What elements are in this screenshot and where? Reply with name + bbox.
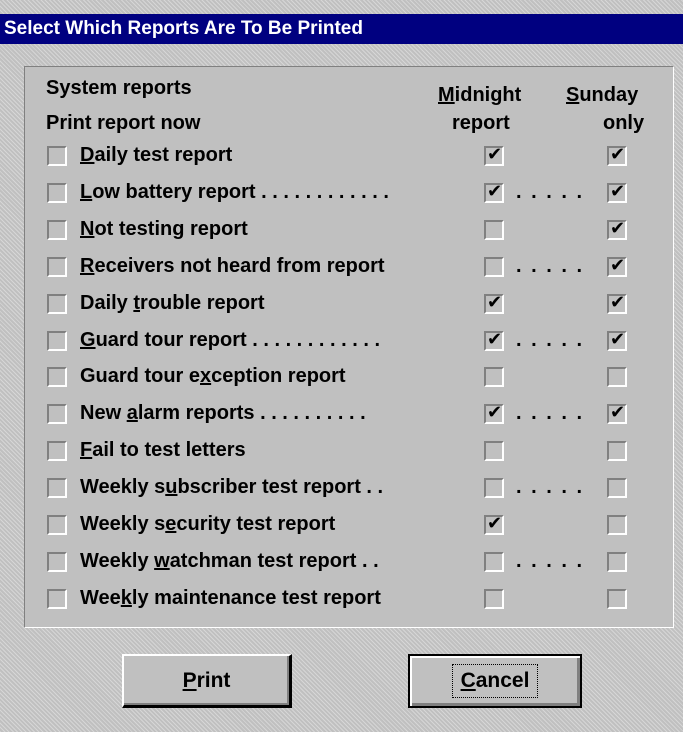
report-label[interactable]: Weekly watchman test report . . xyxy=(80,548,379,574)
midnight-report-checkbox[interactable] xyxy=(484,552,504,572)
report-label[interactable]: Not testing report xyxy=(80,216,248,242)
print-now-checkbox[interactable] xyxy=(47,257,67,277)
leader-dots: . . . . . xyxy=(516,181,585,203)
check-icon: ✔ xyxy=(487,513,503,534)
sunday-only-checkbox[interactable] xyxy=(607,552,627,572)
sunday-only-checkbox[interactable] xyxy=(607,441,627,461)
midnight-report-checkbox[interactable] xyxy=(484,478,504,498)
report-label[interactable]: Low battery report . . . . . . . . . . .… xyxy=(80,179,389,205)
midnight-report-checkbox[interactable] xyxy=(484,257,504,277)
midnight-report-checkbox[interactable]: ✔ xyxy=(484,144,504,166)
print-now-checkbox[interactable] xyxy=(47,294,67,314)
check-icon: ✔ xyxy=(487,292,503,313)
sunday-only-checkbox[interactable]: ✔ xyxy=(607,292,627,314)
leader-dots: . . . . . xyxy=(516,329,585,351)
print-button[interactable]: Print xyxy=(122,654,292,708)
check-icon: ✔ xyxy=(610,144,626,165)
leader-dots: . . . . . xyxy=(516,550,585,572)
print-now-checkbox[interactable] xyxy=(47,183,67,203)
print-now-checkbox[interactable] xyxy=(47,331,67,351)
title-bar: Select Which Reports Are To Be Printed xyxy=(0,14,683,44)
print-now-checkbox[interactable] xyxy=(47,146,67,166)
header-midnight: Midnight xyxy=(438,84,522,106)
midnight-report-checkbox[interactable] xyxy=(484,441,504,461)
midnight-report-checkbox[interactable]: ✔ xyxy=(484,513,504,535)
report-label[interactable]: Guard tour report . . . . . . . . . . . … xyxy=(80,327,380,353)
dialog-window: Select Which Reports Are To Be Printed S… xyxy=(0,0,683,732)
sunday-only-checkbox[interactable] xyxy=(607,589,627,609)
sunday-only-checkbox[interactable]: ✔ xyxy=(607,329,627,351)
cancel-button[interactable]: Cancel xyxy=(408,654,582,708)
report-label[interactable]: Weekly maintenance test report xyxy=(80,585,381,611)
report-label[interactable]: Weekly subscriber test report . . xyxy=(80,474,383,500)
sunday-only-checkbox[interactable]: ✔ xyxy=(607,402,627,424)
print-now-checkbox[interactable] xyxy=(47,589,67,609)
print-now-checkbox[interactable] xyxy=(47,367,67,387)
leader-dots: . . . . . xyxy=(516,476,585,498)
sunday-only-checkbox[interactable]: ✔ xyxy=(607,144,627,166)
sunday-only-checkbox[interactable]: ✔ xyxy=(607,255,627,277)
report-label[interactable]: Daily trouble report xyxy=(80,290,264,316)
midnight-report-checkbox[interactable] xyxy=(484,367,504,387)
print-now-checkbox[interactable] xyxy=(47,441,67,461)
report-label[interactable]: Fail to test letters xyxy=(80,437,246,463)
check-icon: ✔ xyxy=(610,218,626,239)
print-now-checkbox[interactable] xyxy=(47,552,67,572)
header-midnight-report: report xyxy=(452,112,510,134)
report-label[interactable]: Receivers not heard from report xyxy=(80,253,385,279)
midnight-report-checkbox[interactable]: ✔ xyxy=(484,329,504,351)
report-label[interactable]: Guard tour exception report xyxy=(80,363,346,389)
header-sunday: Sunday xyxy=(566,84,639,106)
report-label[interactable]: Daily test report xyxy=(80,142,232,168)
report-label[interactable]: Weekly security test report xyxy=(80,511,335,537)
print-now-checkbox[interactable] xyxy=(47,220,67,240)
sunday-only-checkbox[interactable]: ✔ xyxy=(607,181,627,203)
check-icon: ✔ xyxy=(487,402,503,423)
sunday-only-checkbox[interactable]: ✔ xyxy=(607,218,627,240)
check-icon: ✔ xyxy=(487,181,503,202)
check-icon: ✔ xyxy=(610,181,626,202)
check-icon: ✔ xyxy=(487,144,503,165)
window-title: Select Which Reports Are To Be Printed xyxy=(4,18,363,39)
report-label[interactable]: New alarm reports . . . . . . . . . . xyxy=(80,400,366,426)
midnight-report-checkbox[interactable] xyxy=(484,220,504,240)
midnight-report-checkbox[interactable] xyxy=(484,589,504,609)
print-now-checkbox[interactable] xyxy=(47,478,67,498)
check-icon: ✔ xyxy=(610,255,626,276)
leader-dots: . . . . . xyxy=(516,402,585,424)
print-now-checkbox[interactable] xyxy=(47,515,67,535)
check-icon: ✔ xyxy=(610,329,626,350)
check-icon: ✔ xyxy=(487,329,503,350)
sunday-only-checkbox[interactable] xyxy=(607,478,627,498)
check-icon: ✔ xyxy=(610,292,626,313)
header-print-now: Print report now xyxy=(46,112,201,134)
midnight-report-checkbox[interactable]: ✔ xyxy=(484,292,504,314)
leader-dots: . . . . . xyxy=(516,255,585,277)
print-now-checkbox[interactable] xyxy=(47,404,67,424)
header-system-reports: System reports xyxy=(46,77,192,99)
header-sunday-only: only xyxy=(603,112,645,134)
midnight-report-checkbox[interactable]: ✔ xyxy=(484,181,504,203)
check-icon: ✔ xyxy=(610,402,626,423)
sunday-only-checkbox[interactable] xyxy=(607,367,627,387)
sunday-only-checkbox[interactable] xyxy=(607,515,627,535)
midnight-report-checkbox[interactable]: ✔ xyxy=(484,402,504,424)
